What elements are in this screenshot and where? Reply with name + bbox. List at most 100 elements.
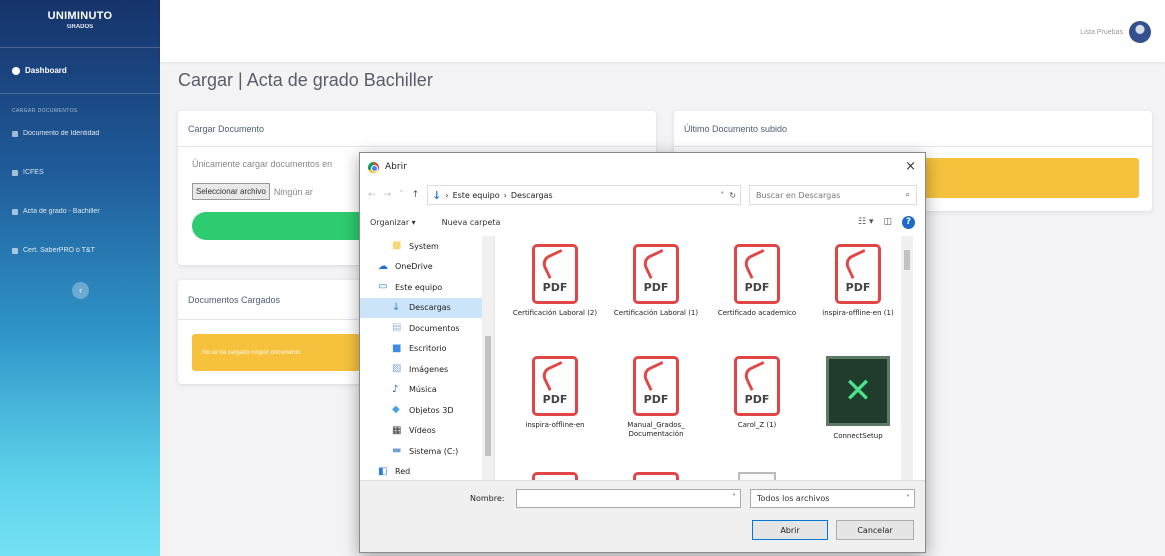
- sidebar-item-saberpro[interactable]: Cert. SaberPRO ó T&T: [0, 231, 160, 270]
- file-name: inspira-offline-en: [525, 421, 585, 429]
- close-icon[interactable]: ×: [905, 159, 916, 174]
- file-name: Manual_Grados_ Documentación: [627, 421, 685, 438]
- pdf-label: PDF: [845, 281, 871, 295]
- file-name: inspira-offline-en (1): [822, 309, 894, 317]
- file-type-value: Todos los archivos: [757, 494, 830, 503]
- file-item[interactable]: PDF Certificación Laboral (2): [510, 244, 600, 318]
- dialog-titlebar: Abrir ×: [360, 153, 925, 181]
- cancel-button[interactable]: Cancelar: [836, 520, 914, 540]
- pdf-file-icon: PDF: [633, 356, 679, 416]
- download-icon: ↓: [432, 188, 442, 202]
- file-name: ConnectSetup: [833, 432, 883, 440]
- sidebar-item-acta-grado[interactable]: Acta de grado - Bachiller: [0, 192, 160, 231]
- file-item[interactable]: PDF Certificado academico: [712, 244, 802, 318]
- avatar: [1129, 21, 1151, 43]
- topbar: Lista Pruebas: [160, 0, 1165, 62]
- up-arrow-icon[interactable]: ↑: [412, 190, 420, 200]
- sidebar-item-dashboard[interactable]: Dashboard: [0, 48, 160, 94]
- filename-input[interactable]: ˅: [516, 489, 741, 508]
- nav-item[interactable]: ◆ Objetos 3D: [360, 400, 494, 421]
- file-item[interactable]: PDF inspira-offline-en (1): [813, 244, 903, 318]
- brand-logo[interactable]: UNIMINUTO GRADOS: [0, 0, 160, 48]
- document-icon: [12, 208, 18, 215]
- document-icon: [12, 169, 18, 176]
- no-documents-alert: No se ha cargado ningún documento: [192, 334, 360, 371]
- nav-item[interactable]: ▨ Imágenes: [360, 359, 494, 380]
- sidebar-item-label: Cert. SaberPRO ó T&T: [23, 247, 95, 254]
- sidebar-item-documento-identidad[interactable]: Documento de Identidad: [0, 114, 160, 153]
- nav-item[interactable]: ☁ OneDrive: [360, 257, 494, 278]
- image-icon: ▨: [392, 363, 402, 375]
- user-menu[interactable]: Lista Pruebas: [1080, 21, 1151, 43]
- nav-item[interactable]: ▭ Este equipo: [360, 277, 494, 298]
- nav-item-label: Vídeos: [409, 426, 436, 436]
- brand-subtitle: GRADOS: [66, 24, 94, 30]
- sidebar-item-label: ICFES: [23, 169, 44, 176]
- dialog-title: Abrir: [385, 162, 407, 172]
- filename-label: Nombre:: [470, 494, 505, 503]
- select-file-button[interactable]: Seleccionar archivo: [192, 183, 270, 200]
- brand-name: UNIMINUTO: [47, 10, 113, 22]
- back-arrow-icon[interactable]: ←: [368, 190, 376, 200]
- open-button[interactable]: Abrir: [752, 520, 828, 540]
- user-name: Lista Pruebas: [1080, 28, 1123, 36]
- dashboard-icon: [12, 66, 20, 75]
- new-folder-button[interactable]: Nueva carpeta: [442, 218, 501, 227]
- organize-menu[interactable]: Organizar ▾: [370, 218, 416, 227]
- cube-icon: ◆: [392, 404, 400, 416]
- nav-item[interactable]: ▬ Sistema (C:): [360, 441, 494, 462]
- document-icon: [12, 247, 18, 254]
- chevron-down-icon[interactable]: ˅: [732, 493, 736, 502]
- video-icon: ▦: [392, 424, 402, 436]
- upload-card-header: Cargar Documento: [178, 111, 656, 147]
- last-document-alert: [910, 158, 1139, 198]
- nav-item[interactable]: ↓ Descargas: [360, 297, 494, 318]
- document-icon: ▤: [392, 322, 402, 334]
- pdf-file-icon: PDF: [532, 356, 578, 416]
- search-input[interactable]: Buscar en Descargas ⌕: [749, 185, 917, 205]
- nav-item[interactable]: ♪ Música: [360, 380, 494, 401]
- pdf-file-icon: PDF: [734, 244, 780, 304]
- sidebar-item-label: Dashboard: [25, 66, 67, 75]
- pdf-file-icon: PDF: [532, 244, 578, 304]
- nav-item-label: Descargas: [409, 303, 451, 313]
- file-item[interactable]: PDF Certificación Laboral (1): [611, 244, 701, 318]
- pdf-label: PDF: [643, 281, 669, 295]
- breadcrumb-este-equipo[interactable]: Este equipo: [453, 191, 500, 200]
- nav-item[interactable]: ▤ Documentos: [360, 318, 494, 339]
- files-scrollbar[interactable]: [901, 236, 913, 482]
- history-dropdown-icon[interactable]: ˅: [399, 190, 404, 200]
- file-type-select[interactable]: Todos los archivos ˅: [750, 489, 915, 508]
- refresh-icon[interactable]: ˅ ↻: [720, 191, 736, 200]
- music-icon: ♪: [392, 383, 399, 395]
- address-bar[interactable]: ↓ › Este equipo › Descargas ˅ ↻: [427, 185, 742, 205]
- forward-arrow-icon[interactable]: →: [384, 190, 392, 200]
- pdf-label: PDF: [542, 393, 568, 407]
- nav-item[interactable]: ■ Escritorio: [360, 339, 494, 360]
- view-options-icon[interactable]: ☷ ▾: [858, 217, 873, 227]
- file-item[interactable]: PDF inspira-offline-en: [510, 356, 600, 430]
- sidebar-item-icfes[interactable]: ICFES: [0, 153, 160, 192]
- sidebar-item-label: Documento de Identidad: [23, 130, 100, 137]
- search-placeholder: Buscar en Descargas: [756, 190, 841, 200]
- file-item[interactable]: PDF Manual_Grados_ Documentación: [611, 356, 701, 439]
- nav-item[interactable]: ■ System: [360, 236, 494, 257]
- nav-item-label: Imágenes: [409, 364, 449, 374]
- nav-item-label: Sistema (C:): [409, 446, 459, 456]
- breadcrumb-descargas[interactable]: Descargas: [511, 191, 553, 200]
- download-icon: ↓: [392, 301, 401, 313]
- pdf-file-icon: PDF: [835, 244, 881, 304]
- file-item[interactable]: ✕ ConnectSetup: [813, 356, 903, 441]
- pdf-label: PDF: [542, 281, 568, 295]
- help-icon[interactable]: ?: [902, 215, 915, 229]
- nav-item-label: Escritorio: [409, 344, 447, 354]
- sidebar-section-heading: CARGAR DOCUMENTOS: [12, 108, 78, 114]
- nav-item[interactable]: ◧ Red: [360, 462, 494, 483]
- sidebar-collapse-button[interactable]: ‹: [72, 282, 89, 299]
- preview-pane-icon[interactable]: ◫: [883, 217, 892, 227]
- nav-item-label: Documentos: [409, 323, 460, 333]
- nav-scrollbar[interactable]: [482, 236, 494, 482]
- nav-item[interactable]: ▦ Vídeos: [360, 421, 494, 442]
- pdf-label: PDF: [744, 281, 770, 295]
- file-item[interactable]: PDF Carol_Z (1): [712, 356, 802, 430]
